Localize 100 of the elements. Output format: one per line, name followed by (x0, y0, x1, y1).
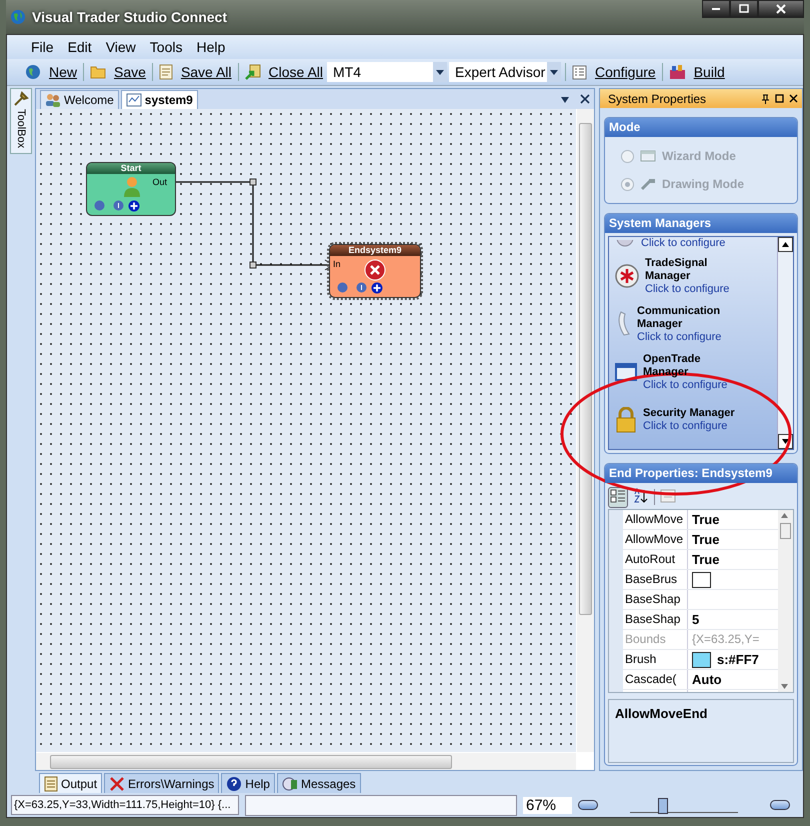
info-icon[interactable] (356, 282, 367, 293)
toolbar-button[interactable]: Close All (240, 64, 327, 80)
tools-icon (640, 177, 656, 191)
person-icon (123, 176, 141, 198)
maximize-button[interactable] (730, 0, 758, 18)
plus-icon[interactable] (371, 282, 383, 294)
close-button[interactable] (758, 0, 804, 18)
zoom-level: 67% (523, 796, 572, 814)
document-icon (158, 64, 173, 80)
dropdown[interactable]: Expert Advisor (449, 62, 561, 82)
property-value[interactable]: Auto (692, 670, 722, 689)
property-name[interactable]: AllowMove (623, 510, 687, 529)
build-icon (668, 64, 686, 80)
list-icon (572, 64, 587, 80)
configure-link[interactable]: Click to configure (637, 330, 722, 344)
scroll-up-icon[interactable] (778, 237, 793, 252)
zoom-out-button[interactable] (578, 800, 598, 810)
panel-tab[interactable]: Messages (276, 773, 361, 793)
toolbar-button[interactable]: Save (86, 64, 150, 80)
zoom-in-button[interactable] (770, 800, 790, 810)
vertical-scrollbar[interactable] (577, 109, 594, 752)
toolbar-button[interactable]: Build (664, 64, 729, 80)
menu-item[interactable]: Edit (62, 39, 98, 55)
property-value[interactable]: s:#FF7 (717, 650, 759, 669)
menu-item[interactable]: File (25, 39, 60, 55)
close-icon[interactable] (789, 94, 798, 103)
minimize-icon (712, 8, 720, 10)
document-icon (44, 776, 58, 792)
manager-title: Security Manager (643, 407, 735, 420)
asterisk-icon (615, 264, 639, 288)
manager-title: Communication Manager (637, 304, 717, 330)
start-node[interactable]: Start Out (86, 162, 176, 216)
error-icon (364, 259, 386, 281)
end-node[interactable]: Endsystem9 In (329, 244, 421, 298)
property-description: AllowMoveEnd (615, 706, 708, 721)
configure-link[interactable]: Click to configure (645, 282, 730, 296)
window-icon (640, 150, 656, 162)
vertical-scrollbar[interactable] (777, 237, 793, 449)
maximize-icon (739, 4, 749, 14)
toolbar-button[interactable]: New (21, 64, 82, 80)
property-name[interactable]: BaseShap (623, 590, 687, 609)
group-header: System Managers (605, 214, 797, 233)
dropdown[interactable]: MT4 (327, 62, 447, 82)
arrow-icon (244, 64, 261, 80)
close-icon (776, 4, 786, 14)
zoom-slider[interactable] (630, 798, 738, 812)
property-value[interactable]: True (692, 510, 720, 529)
info-icon[interactable] (113, 200, 124, 211)
group-header: Mode (605, 118, 797, 137)
property-value[interactable]: 5 (692, 610, 700, 629)
diagram-icon (126, 93, 142, 107)
property-name[interactable]: Brush (623, 650, 687, 669)
minimize-button[interactable] (702, 0, 730, 18)
tools-icon (13, 91, 29, 107)
menu-item[interactable]: Help (190, 39, 232, 55)
caret-icon (433, 62, 447, 82)
property-name[interactable]: BaseShap (623, 610, 687, 629)
panel-tab[interactable]: Output (39, 773, 102, 793)
categorized-icon[interactable] (608, 486, 628, 508)
panel-tab[interactable]: Help (221, 773, 275, 793)
window-icon (615, 363, 637, 381)
toolbar-button[interactable]: Configure (568, 64, 660, 80)
property-name[interactable]: BaseBrus (623, 570, 687, 589)
node-title: Start (87, 163, 175, 174)
property-name[interactable]: AllowMove (623, 530, 687, 549)
vertical-scrollbar[interactable] (778, 510, 793, 692)
help-icon (226, 776, 242, 792)
users-icon (45, 93, 61, 107)
help-icon[interactable] (94, 200, 105, 211)
panel-title: System Properties (608, 92, 706, 106)
toolbox-tab[interactable]: ToolBox (10, 88, 32, 154)
window-title: Visual Trader Studio Connect (32, 9, 228, 25)
caret-icon (547, 62, 561, 82)
node-title: Endsystem9 (330, 245, 420, 256)
group-header: End Properties: Endsystem9 (605, 464, 797, 483)
menu-item[interactable]: View (100, 39, 142, 55)
horizontal-scrollbar[interactable] (36, 753, 576, 770)
configure-link[interactable]: Click to configure (641, 237, 726, 250)
property-name[interactable]: Cascade( (623, 670, 687, 689)
manager-title: TradeSignal Manager (645, 256, 708, 282)
toolbar-button[interactable]: Save All (154, 64, 236, 80)
globe-icon (25, 64, 41, 80)
plus-icon[interactable] (128, 200, 140, 212)
radio-label: Drawing Mode (662, 177, 744, 191)
document-tab[interactable]: Welcome (40, 90, 119, 109)
property-value[interactable]: True (692, 550, 720, 569)
pin-icon[interactable] (761, 94, 770, 104)
configure-link[interactable]: Click to configure (643, 420, 735, 433)
configure-link[interactable]: Click to configure (643, 378, 728, 392)
scroll-thumb[interactable] (780, 523, 791, 539)
status-text: {X=63.25,Y=33,Width=111.75,Height=10} {... (11, 795, 239, 815)
folder-icon (90, 65, 106, 79)
menu-item[interactable]: Tools (144, 39, 188, 55)
lock-icon (615, 407, 637, 433)
panel-tab[interactable]: Errors\Warnings (104, 773, 220, 793)
property-name[interactable]: AutoRout (623, 550, 687, 569)
document-tab[interactable]: system9 (120, 90, 198, 109)
slider-thumb[interactable] (658, 798, 668, 814)
property-value[interactable]: True (692, 530, 720, 549)
maximize-icon[interactable] (775, 94, 784, 103)
